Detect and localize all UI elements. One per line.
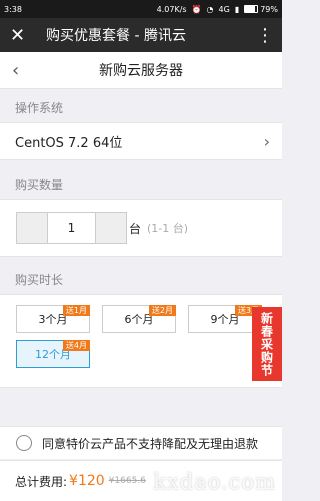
status-bar: 3:38 4.07K/s ⏰ ◔ 4G ▮ 79% xyxy=(0,0,282,18)
promo-banner[interactable]: 新春采购节 xyxy=(252,307,282,381)
duration-option-6m[interactable]: 6个月 送2月 xyxy=(102,305,176,333)
duration-bonus-badge: 送4月 xyxy=(62,340,90,351)
alarm-icon: ⏰ xyxy=(191,4,202,14)
status-time: 3:38 xyxy=(4,4,22,14)
battery-percent: 79% xyxy=(260,4,278,14)
chevron-right-icon: › xyxy=(263,131,270,151)
quantity-stepper: 1 xyxy=(16,212,127,244)
decrement-button[interactable] xyxy=(17,213,47,243)
agreement-text: 同意特价云产品不支持降配及无理由退款 xyxy=(42,436,259,451)
increment-button[interactable] xyxy=(96,213,126,243)
duration-bonus-badge: 送1月 xyxy=(62,305,90,316)
back-chevron-icon[interactable]: ‹ xyxy=(12,60,19,81)
duration-option-9m[interactable]: 9个月 送3月 xyxy=(188,305,262,333)
network-speed: 4.07K/s xyxy=(156,4,187,14)
signal-icon: ▮ xyxy=(234,4,240,14)
os-section-label: 操作系统 xyxy=(15,101,64,115)
quantity-value[interactable]: 1 xyxy=(47,213,96,243)
os-selector[interactable]: CentOS 7.2 64位 › xyxy=(0,122,282,160)
quantity-row: 1 台 (1-1 台) xyxy=(0,199,282,257)
watermark: kxdao.com xyxy=(153,470,276,494)
duration-options: 3个月 送1月 6个月 送2月 9个月 送3月 12个月 送4月 xyxy=(0,294,282,388)
os-value: CentOS 7.2 64位 xyxy=(15,135,123,151)
duration-option-3m[interactable]: 3个月 送1月 xyxy=(16,305,90,333)
page-header: ‹ 新购云服务器 xyxy=(0,52,282,89)
total-label: 总计费用: xyxy=(15,474,68,489)
battery-icon xyxy=(244,5,259,13)
duration-option-12m[interactable]: 12个月 送4月 xyxy=(16,340,90,368)
close-icon[interactable]: ✕ xyxy=(10,25,36,46)
status-right: 4.07K/s ⏰ ◔ 4G ▮ 79% xyxy=(157,5,278,14)
network-type: 4G xyxy=(218,4,230,14)
battery-fill xyxy=(245,6,255,12)
wechat-title-bar: ✕ 购买优惠套餐 - 腾讯云 ⋮ xyxy=(0,18,282,52)
wechat-page-title: 购买优惠套餐 - 腾讯云 xyxy=(46,28,186,44)
battery: 79% xyxy=(244,5,278,14)
wifi-icon: ◔ xyxy=(206,4,214,14)
total-price: ¥120 xyxy=(69,473,105,489)
original-price: ¥1665.6 xyxy=(108,476,146,486)
duration-bonus-badge: 送2月 xyxy=(148,305,176,316)
quantity-section-label: 购买数量 xyxy=(15,178,64,192)
duration-section-label: 购买时长 xyxy=(15,273,64,287)
quantity-unit: 台 xyxy=(129,221,142,236)
quantity-range: (1-1 台) xyxy=(147,222,189,235)
more-menu-icon[interactable]: ⋮ xyxy=(256,25,274,46)
agreement-row[interactable]: 同意特价云产品不支持降配及无理由退款 xyxy=(0,426,282,459)
agreement-radio[interactable] xyxy=(16,435,32,451)
page-title: 新购云服务器 xyxy=(99,63,183,79)
